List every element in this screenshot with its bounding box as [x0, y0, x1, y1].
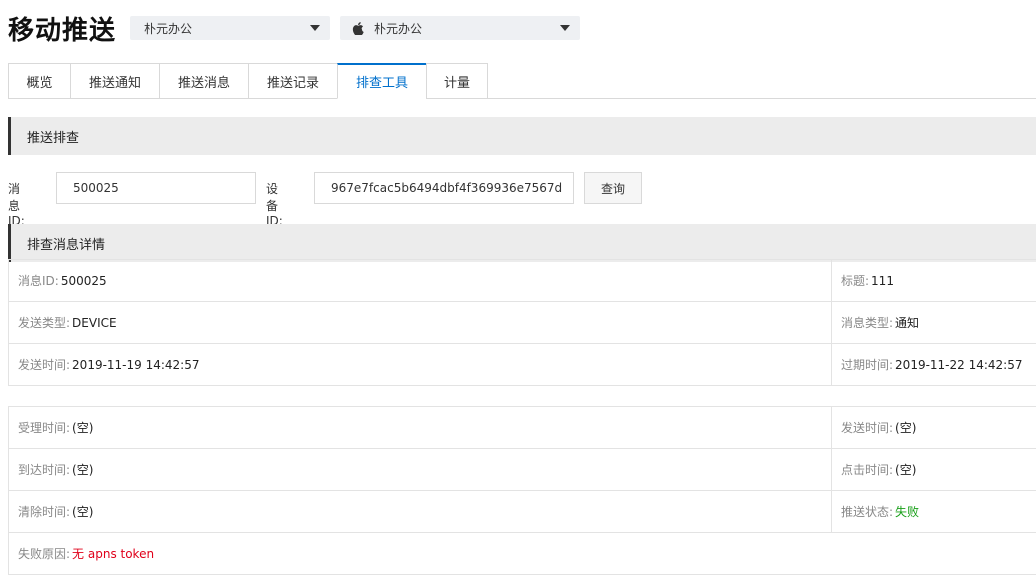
- platform-select[interactable]: 朴元办公: [340, 16, 580, 40]
- field-label: 发送时间:: [18, 358, 71, 372]
- status-badge: 失败: [895, 505, 920, 519]
- app-select-value: 朴元办公: [144, 21, 193, 36]
- chevron-down-icon: [560, 25, 570, 31]
- field-value: DEVICE: [72, 315, 117, 330]
- field-label: 推送状态:: [841, 505, 894, 519]
- tab-metering[interactable]: 计量: [426, 63, 488, 99]
- device-id-label: 设备ID:: [266, 182, 283, 228]
- field-value: 500025: [60, 273, 107, 288]
- device-id-input[interactable]: [314, 172, 574, 204]
- field-label: 消息类型:: [841, 316, 894, 330]
- table-row: 失败原因: 无 apns token: [8, 533, 1036, 575]
- section-title-message-details: 排查消息详情: [8, 224, 1036, 262]
- table-row: 消息ID: 500025 标题: 111: [8, 260, 1036, 302]
- table-row: 发送类型: DEVICE 消息类型: 通知: [8, 302, 1036, 344]
- apple-icon: [352, 21, 364, 35]
- field-value: (空): [895, 463, 917, 477]
- table-row: 受理时间: (空) 发送时间: (空): [8, 407, 1036, 449]
- field-label: 消息ID:: [18, 274, 59, 288]
- platform-select-value: 朴元办公: [374, 21, 423, 36]
- tab-push-notification[interactable]: 推送通知: [70, 63, 159, 99]
- section-title-push-troubleshoot: 推送排查: [8, 117, 1036, 155]
- field-value: 111: [871, 273, 894, 288]
- page-title: 移动推送: [8, 15, 117, 46]
- field-label: 受理时间:: [18, 421, 71, 435]
- table-row: 清除时间: (空) 推送状态: 失败: [8, 491, 1036, 533]
- header: 移动推送: [8, 10, 116, 46]
- tab-overview[interactable]: 概览: [8, 63, 70, 99]
- tab-bar: 概览 推送通知 推送消息 推送记录 排查工具 计量: [8, 63, 488, 99]
- table-row: 到达时间: (空) 点击时间: (空): [8, 449, 1036, 491]
- field-value: 2019-11-22 14:42:57: [895, 357, 1023, 372]
- search-button[interactable]: 查询: [584, 172, 642, 204]
- field-label: 清除时间:: [18, 505, 71, 519]
- field-label: 到达时间:: [18, 463, 71, 477]
- field-value: (空): [72, 505, 94, 519]
- message-id-label: 消息ID:: [8, 182, 25, 228]
- field-label: 标题:: [841, 274, 870, 288]
- fail-reason-value: 无 apns token: [72, 547, 155, 561]
- tab-push-message[interactable]: 推送消息: [159, 63, 248, 99]
- message-id-input[interactable]: [56, 172, 256, 204]
- field-label: 发送类型:: [18, 316, 71, 330]
- field-value: (空): [72, 463, 94, 477]
- details-table-timeline: 受理时间: (空) 发送时间: (空) 到达时间: (空) 点击时间: (空) 清除时间…: [8, 406, 1036, 575]
- field-value: 2019-11-19 14:42:57: [72, 357, 200, 372]
- field-label: 过期时间:: [841, 358, 894, 372]
- table-row: 发送时间: 2019-11-19 14:42:57 过期时间: 2019-11-22…: [8, 344, 1036, 386]
- field-label: 发送时间:: [841, 421, 894, 435]
- tab-push-records[interactable]: 推送记录: [248, 63, 337, 99]
- field-label: 点击时间:: [841, 463, 894, 477]
- field-value: (空): [72, 421, 94, 435]
- tab-troubleshoot-tool[interactable]: 排查工具: [337, 63, 426, 99]
- fail-reason-label: 失败原因:: [18, 547, 71, 561]
- field-value: 通知: [895, 316, 920, 330]
- app-select[interactable]: 朴元办公: [130, 16, 330, 40]
- details-table-basic: 消息ID: 500025 标题: 111 发送类型: DEVICE 消息类型: 通知 发…: [8, 259, 1036, 386]
- chevron-down-icon: [310, 25, 320, 31]
- field-value: (空): [895, 421, 917, 435]
